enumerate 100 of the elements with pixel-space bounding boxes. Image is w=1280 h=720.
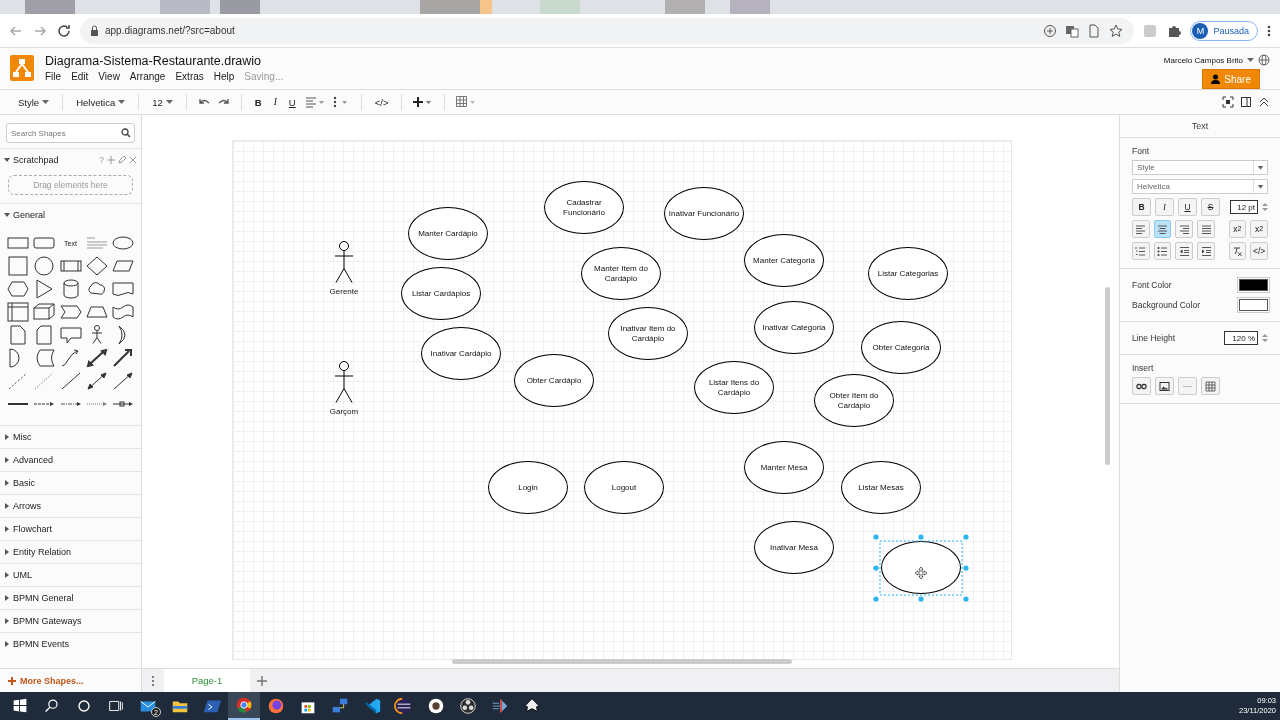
use-case-ellipse[interactable]: Inativar Funcionário <box>664 187 744 240</box>
actor-label[interactable]: Garçom <box>329 407 359 416</box>
use-case-ellipse[interactable]: Cadastrar Funcionário <box>544 181 624 234</box>
use-case-ellipse[interactable]: Inativar Mesa <box>754 521 834 574</box>
use-case-ellipse[interactable]: Obter Item do Cardápio <box>814 374 894 427</box>
use-case-ellipse[interactable]: Manter Cardápio <box>408 207 488 260</box>
use-case-ellipse[interactable] <box>881 541 961 594</box>
section-header[interactable]: BPMN Events <box>13 639 137 649</box>
reload-icon[interactable] <box>56 22 72 39</box>
double-headed-arrow-icon[interactable] <box>84 370 109 392</box>
tape-icon[interactable] <box>111 301 135 323</box>
actor-label[interactable]: Gerente <box>329 287 359 296</box>
align-left-button[interactable] <box>1132 220 1150 238</box>
color-swatch[interactable] <box>1239 279 1268 291</box>
vertical-scrollbar[interactable] <box>1105 287 1110 465</box>
insert-table-button[interactable] <box>1201 377 1220 395</box>
style-dropdown[interactable]: Style <box>15 93 53 111</box>
spinner-icon[interactable] <box>1262 201 1268 213</box>
align-center-button[interactable] <box>1153 220 1172 238</box>
section-header[interactable]: BPMN Gateways <box>13 616 137 626</box>
menu-item[interactable]: Arrange <box>129 71 166 82</box>
section-header[interactable]: Advanced <box>13 455 137 465</box>
collapse-icon[interactable] <box>1258 96 1270 108</box>
font-size-dropdown[interactable]: 12 <box>149 93 176 111</box>
eclipse-icon[interactable] <box>394 696 414 716</box>
section-header[interactable]: BPMN General <box>13 593 137 603</box>
horizontal-scrollbar[interactable] <box>452 659 792 664</box>
font-size-field[interactable]: 12 pt <box>1230 200 1258 214</box>
arrow-icon[interactable] <box>111 347 135 369</box>
use-case-ellipse[interactable]: Logout <box>584 461 664 514</box>
use-case-ellipse[interactable]: Listar Mesas <box>841 461 921 514</box>
strikethrough-button[interactable]: S <box>1201 198 1220 216</box>
italic-button[interactable]: I <box>1155 198 1174 216</box>
italic-button[interactable]: I <box>270 93 280 111</box>
recording-icon[interactable] <box>458 696 478 716</box>
justify-button[interactable] <box>1197 220 1215 238</box>
more-shapes-link[interactable]: More Shapes... <box>20 675 84 686</box>
use-case-ellipse[interactable]: Listar Cardápios <box>401 267 481 320</box>
actor-figure[interactable] <box>334 241 354 284</box>
browser-icon[interactable] <box>234 695 254 715</box>
address-bar[interactable]: app.diagrams.net/?src=about <box>80 17 1135 44</box>
section-header[interactable]: Arrows <box>13 501 137 511</box>
hexagon-icon[interactable] <box>6 278 30 300</box>
menu-item[interactable]: Help <box>213 71 235 82</box>
double-arrow-icon[interactable] <box>84 347 109 369</box>
section-header[interactable]: General <box>13 210 137 220</box>
search-field[interactable]: Search Shapes <box>6 123 135 143</box>
globe-icon[interactable] <box>1258 54 1270 66</box>
section-header[interactable]: Scratchpad <box>13 155 96 165</box>
use-case-ellipse[interactable]: Inativar Cardápio <box>421 327 501 380</box>
internal-storage-icon[interactable] <box>6 301 30 323</box>
arrow-line-icon[interactable] <box>111 370 135 392</box>
clear-formatting-button[interactable] <box>1228 242 1247 260</box>
bold-button[interactable]: B <box>251 93 265 111</box>
fullscreen-icon[interactable] <box>1222 96 1234 108</box>
section-header[interactable]: UML <box>13 570 137 580</box>
page-tab[interactable]: Page-1 <box>164 669 250 692</box>
menu-item[interactable]: Extras <box>175 71 204 82</box>
use-case-ellipse[interactable]: Inativar Categoria <box>754 301 834 354</box>
numbered-list-button[interactable] <box>1132 242 1150 260</box>
section-header[interactable]: Entity Relation <box>13 547 137 557</box>
underline-button[interactable]: U <box>285 93 299 111</box>
star-icon[interactable] <box>1108 22 1125 39</box>
add-circle-icon[interactable] <box>1042 22 1059 39</box>
menu-item[interactable]: Edit <box>71 71 89 82</box>
fox-browser-icon[interactable] <box>266 696 286 716</box>
color-swatch[interactable] <box>1239 299 1268 311</box>
align-right-button[interactable] <box>1175 220 1194 238</box>
pencil-icon[interactable] <box>118 156 126 164</box>
search-icon[interactable] <box>121 128 131 138</box>
add-page-icon[interactable] <box>256 674 268 687</box>
indent-button[interactable] <box>1197 242 1215 260</box>
menu-item[interactable]: File <box>45 71 62 82</box>
selection-handles[interactable] <box>873 534 969 602</box>
bullet-list-button[interactable] <box>1153 242 1172 260</box>
html-button[interactable]: </> <box>371 93 392 111</box>
use-case-ellipse[interactable]: Manter Mesa <box>744 441 824 494</box>
font-select[interactable]: Helvetica <box>1132 179 1268 194</box>
panel-toggle-icon[interactable] <box>1240 96 1252 108</box>
section-header[interactable]: Misc <box>13 432 137 442</box>
style-select[interactable]: Style <box>1132 160 1268 175</box>
html-button[interactable]: </> <box>1250 242 1268 260</box>
code-editor-icon[interactable] <box>362 696 382 716</box>
diamond-icon[interactable] <box>84 255 109 277</box>
spinner-icon[interactable] <box>1262 332 1268 344</box>
cube-icon[interactable] <box>32 301 57 323</box>
use-case-ellipse[interactable]: Obter Categoria <box>861 321 941 374</box>
panel-tab[interactable]: Text <box>1120 115 1280 138</box>
menu-item[interactable]: View <box>98 71 120 82</box>
section-header[interactable]: Basic <box>13 478 137 488</box>
plus-icon[interactable] <box>8 676 16 685</box>
table-icon[interactable] <box>455 95 478 109</box>
use-case-ellipse[interactable]: Obter Cardápio <box>514 354 594 407</box>
bold-button[interactable]: B <box>1132 198 1151 216</box>
round-app-icon[interactable] <box>426 696 446 716</box>
use-case-ellipse[interactable]: Manter Item do Cardápio <box>581 247 661 300</box>
use-case-ellipse[interactable]: Login <box>488 461 568 514</box>
underline-button[interactable]: U <box>1178 198 1197 216</box>
section-header[interactable]: Flowchart <box>13 524 137 534</box>
circle-icon[interactable] <box>32 255 57 277</box>
